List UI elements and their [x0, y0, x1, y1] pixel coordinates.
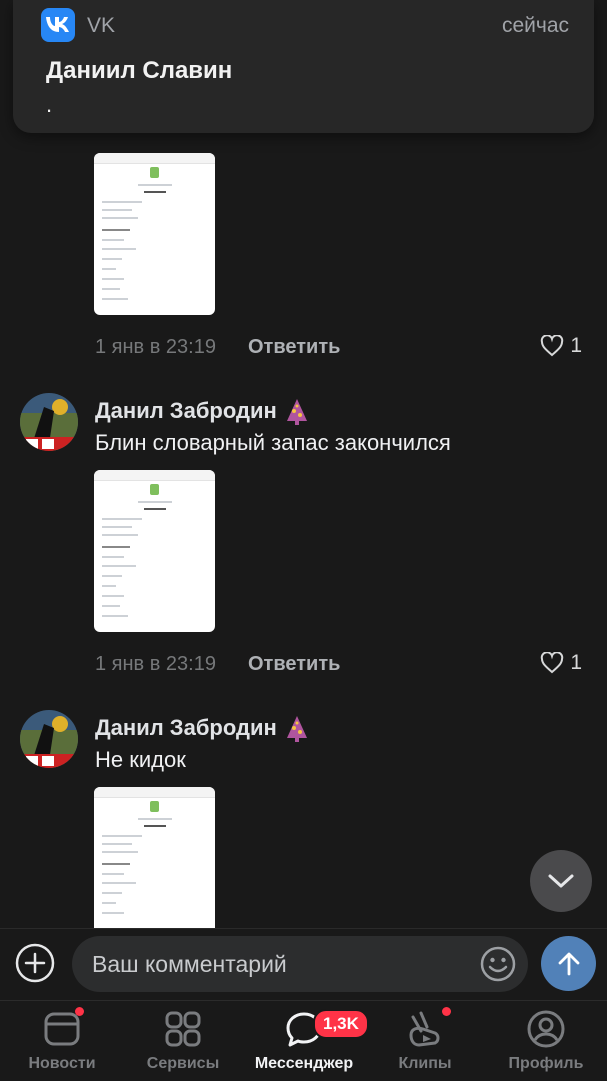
- tab-label: Мессенджер: [254, 1055, 354, 1072]
- send-button[interactable]: [541, 936, 596, 991]
- notification-sender: Даниил Славин: [46, 57, 233, 84]
- avatar[interactable]: [20, 393, 78, 451]
- chevron-down-icon: [548, 874, 574, 888]
- tab-services[interactable]: Сервисы: [128, 1009, 238, 1073]
- comment-author[interactable]: Данил Забродин: [95, 397, 309, 425]
- comment-text: Блин словарный запас закончился: [95, 430, 451, 455]
- unread-badge: 1,3K: [313, 1009, 369, 1039]
- like-count: 1: [570, 334, 582, 357]
- comment-date: 1 янв в 23:19: [95, 336, 216, 358]
- arrow-up-icon: [558, 952, 579, 975]
- services-icon: [165, 1011, 201, 1047]
- reply-button[interactable]: Ответить: [248, 653, 340, 676]
- vk-logo-icon: [41, 8, 75, 42]
- notification-app-name: VK: [87, 14, 116, 37]
- scroll-down-button[interactable]: [530, 850, 592, 912]
- clips-icon: [409, 1011, 440, 1047]
- heart-icon: [541, 652, 564, 674]
- tab-news[interactable]: Новости: [7, 1007, 117, 1073]
- comment-input-placeholder: Ваш комментарий: [92, 951, 287, 977]
- notification-message: .: [46, 92, 53, 117]
- like-button[interactable]: 1: [540, 651, 582, 675]
- bottom-tab-bar: Новости Сервисы Мессенджер 1,3K Клипы Пр: [0, 1000, 607, 1081]
- christmas-tree-icon: [286, 716, 307, 742]
- comment-author[interactable]: Данил Забродин: [95, 714, 309, 742]
- comment-input[interactable]: Ваш комментарий: [72, 936, 528, 992]
- tab-label: Новости: [28, 1055, 96, 1072]
- like-button[interactable]: 1: [540, 334, 582, 358]
- avatar[interactable]: [20, 710, 78, 768]
- tab-profile[interactable]: Профиль: [491, 1009, 601, 1073]
- push-notification[interactable]: VK сейчас Даниил Славин .: [13, 0, 594, 133]
- comment-text: Не кидок: [95, 747, 186, 772]
- profile-icon: [527, 1010, 565, 1048]
- comment-date: 1 янв в 23:19: [95, 653, 216, 675]
- reply-button[interactable]: Ответить: [248, 336, 340, 359]
- tab-label: Профиль: [508, 1055, 584, 1072]
- emoji-icon[interactable]: [480, 946, 516, 982]
- tab-label: Сервисы: [146, 1055, 220, 1072]
- comment-composer: Ваш комментарий: [0, 928, 607, 1001]
- image-attachment[interactable]: [94, 153, 215, 315]
- image-attachment[interactable]: [94, 787, 215, 928]
- notification-time: сейчас: [501, 14, 569, 37]
- heart-icon: [541, 335, 564, 357]
- tab-label: Клипы: [398, 1055, 452, 1072]
- add-attachment-icon[interactable]: [15, 943, 55, 983]
- christmas-tree-icon: [286, 399, 307, 425]
- image-attachment[interactable]: [94, 470, 215, 632]
- tab-clips[interactable]: Клипы: [370, 1007, 480, 1073]
- like-count: 1: [570, 651, 582, 674]
